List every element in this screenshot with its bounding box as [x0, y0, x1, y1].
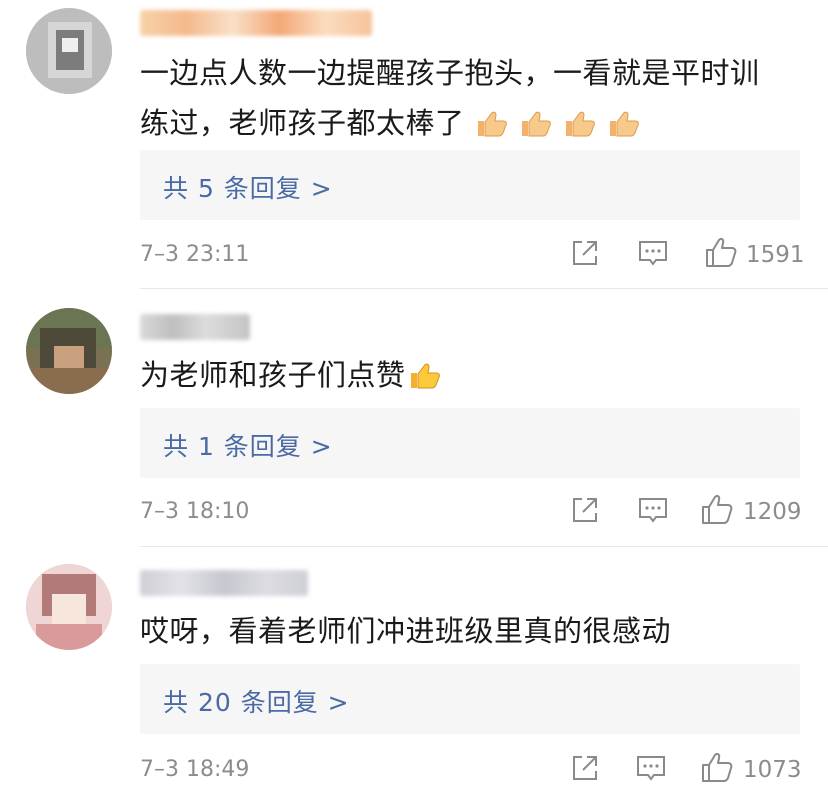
- comment-text-line: 为老师和孩子们点赞: [140, 350, 800, 400]
- comment-icon[interactable]: [636, 493, 670, 527]
- thumbs-up-emoji-icon: [565, 111, 595, 137]
- replies-link[interactable]: 共 5 条回复 >: [163, 169, 333, 205]
- timestamp: 7–3 18:10: [140, 499, 250, 524]
- thumbs-up-emoji-icon: [410, 363, 440, 389]
- divider: [140, 546, 828, 547]
- replies-box[interactable]: 共 20 条回复 >: [140, 664, 800, 734]
- divider: [140, 288, 828, 289]
- comment-icon[interactable]: [634, 751, 668, 785]
- comment-text: 为老师和孩子们点赞: [140, 350, 800, 400]
- comment-item: 一边点人数一边提醒孩子抱头，一看就是平时训 练过，老师孩子都太棒了 共 5 条回…: [0, 0, 828, 290]
- replies-box[interactable]: 共 5 条回复 >: [140, 150, 800, 220]
- thumbs-up-icon[interactable]: [704, 236, 738, 270]
- timestamp: 7–3 18:49: [140, 757, 250, 782]
- comment-text-line: 一边点人数一边提醒孩子抱头，一看就是平时训: [140, 56, 760, 90]
- thumbs-up-icon[interactable]: [700, 751, 734, 785]
- comment-text-line: 练过，老师孩子都太棒了: [140, 98, 800, 148]
- replies-link[interactable]: 共 20 条回复 >: [163, 683, 350, 719]
- comment-item: 哎呀，看着老师们冲进班级里真的很感动 共 20 条回复 > 7–3 18:49 …: [0, 548, 828, 808]
- comment-meta: 7–3 23:11 1591: [140, 236, 805, 276]
- thumbs-up-icon[interactable]: [700, 493, 734, 527]
- avatar[interactable]: [26, 308, 112, 394]
- timestamp: 7–3 23:11: [140, 242, 250, 267]
- username-blurred[interactable]: [140, 570, 308, 596]
- thumbs-up-emoji-icon: [609, 111, 639, 137]
- share-icon[interactable]: [568, 493, 602, 527]
- username-blurred[interactable]: [140, 10, 372, 36]
- avatar[interactable]: [26, 8, 112, 94]
- comment-text: 哎呀，看着老师们冲进班级里真的很感动: [140, 606, 800, 656]
- comment-item: 为老师和孩子们点赞 共 1 条回复 > 7–3 18:10 1209: [0, 290, 828, 548]
- share-icon[interactable]: [568, 751, 602, 785]
- like-count: 1073: [743, 757, 802, 783]
- comment-feed: 一边点人数一边提醒孩子抱头，一看就是平时训 练过，老师孩子都太棒了 共 5 条回…: [0, 0, 828, 808]
- like-count: 1591: [746, 242, 805, 268]
- comment-icon[interactable]: [636, 236, 670, 270]
- share-icon[interactable]: [568, 236, 602, 270]
- replies-box[interactable]: 共 1 条回复 >: [140, 408, 800, 478]
- comment-text-line: 哎呀，看着老师们冲进班级里真的很感动: [140, 614, 672, 648]
- replies-link[interactable]: 共 1 条回复 >: [163, 427, 333, 463]
- thumbs-up-emoji-icon: [521, 111, 551, 137]
- comment-meta: 7–3 18:49 1073: [140, 751, 802, 791]
- like-count: 1209: [743, 499, 802, 525]
- thumbs-up-emoji-icon: [477, 111, 507, 137]
- avatar[interactable]: [26, 564, 112, 650]
- comment-meta: 7–3 18:10 1209: [140, 493, 802, 533]
- username-blurred[interactable]: [140, 314, 250, 340]
- comment-text: 一边点人数一边提醒孩子抱头，一看就是平时训 练过，老师孩子都太棒了: [140, 48, 800, 148]
